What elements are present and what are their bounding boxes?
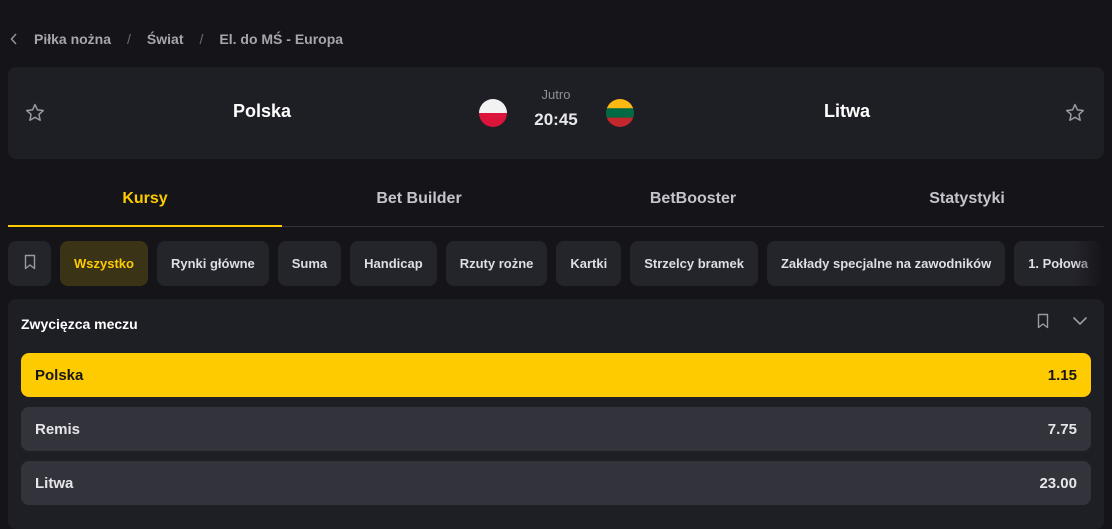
outcome-label: Remis [35, 420, 81, 438]
chevron-left-icon[interactable] [10, 33, 24, 45]
bookmark-icon[interactable] [1036, 313, 1050, 329]
outcome-label: Litwa [35, 474, 74, 492]
chip-total[interactable]: Suma [277, 241, 342, 286]
outcome-label: Polska [35, 366, 84, 384]
chip-goalscorers[interactable]: Strzelcy bramek [630, 241, 758, 286]
breadcrumb-item-league[interactable]: El. do MŚ - Europa [219, 31, 343, 47]
chip-corners[interactable]: Rzuty rożne [445, 241, 548, 286]
match-hour: 20:45 [534, 110, 578, 129]
breadcrumb-separator: / [199, 31, 204, 47]
chip-all[interactable]: Wszystko [60, 241, 148, 286]
breadcrumb-separator: / [127, 31, 131, 47]
chips-scroll-fade [1074, 241, 1104, 286]
chip-player-specials[interactable]: Zakłady specjalne na zawodników [766, 241, 1006, 286]
market-match-winner: Zwycięzca meczu Polska 1.15 Remis 7.75 L… [8, 299, 1104, 529]
lithuania-flag-icon [606, 99, 634, 127]
event-tabs: Kursy Bet Builder BetBooster Statystyki [8, 172, 1104, 227]
event-header-card: Polska Jutro 20:45 Litwa [8, 67, 1104, 159]
star-icon[interactable] [24, 102, 46, 124]
tab-statistics[interactable]: Statystyki [830, 172, 1104, 226]
chip-cards[interactable]: Kartki [556, 241, 622, 286]
tab-betbooster[interactable]: BetBooster [556, 172, 830, 226]
chip-handicap[interactable]: Handicap [350, 241, 437, 286]
home-team-name: Polska [233, 101, 292, 121]
market-actions [1036, 313, 1088, 329]
tab-bet-builder[interactable]: Bet Builder [282, 172, 556, 226]
market-filter-chips: Wszystko Rynki główne Suma Handicap Rzut… [8, 241, 1104, 286]
market-title: Zwycięzca meczu [21, 316, 138, 332]
breadcrumb-item-football[interactable]: Piłka nożna [34, 31, 111, 47]
outcome-home[interactable]: Polska 1.15 [21, 353, 1091, 397]
bookmark-filter-button[interactable] [8, 241, 51, 286]
match-day: Jutro [541, 87, 571, 102]
outcome-odds: 23.00 [1039, 474, 1077, 492]
outcome-odds: 1.15 [1047, 366, 1077, 384]
star-icon[interactable] [1064, 102, 1086, 124]
poland-flag-icon [479, 99, 507, 127]
chip-main-markets[interactable]: Rynki główne [156, 241, 269, 286]
outcome-draw[interactable]: Remis 7.75 [21, 407, 1091, 451]
outcome-away[interactable]: Litwa 23.00 [21, 461, 1091, 505]
breadcrumb-item-world[interactable]: Świat [147, 31, 184, 47]
chevron-down-icon[interactable] [1072, 316, 1088, 326]
outcome-odds: 7.75 [1047, 420, 1077, 438]
bookmark-icon [23, 254, 37, 273]
tab-odds[interactable]: Kursy [8, 172, 282, 227]
match-time: Jutro 20:45 [524, 87, 588, 130]
away-team-name: Litwa [824, 101, 871, 121]
